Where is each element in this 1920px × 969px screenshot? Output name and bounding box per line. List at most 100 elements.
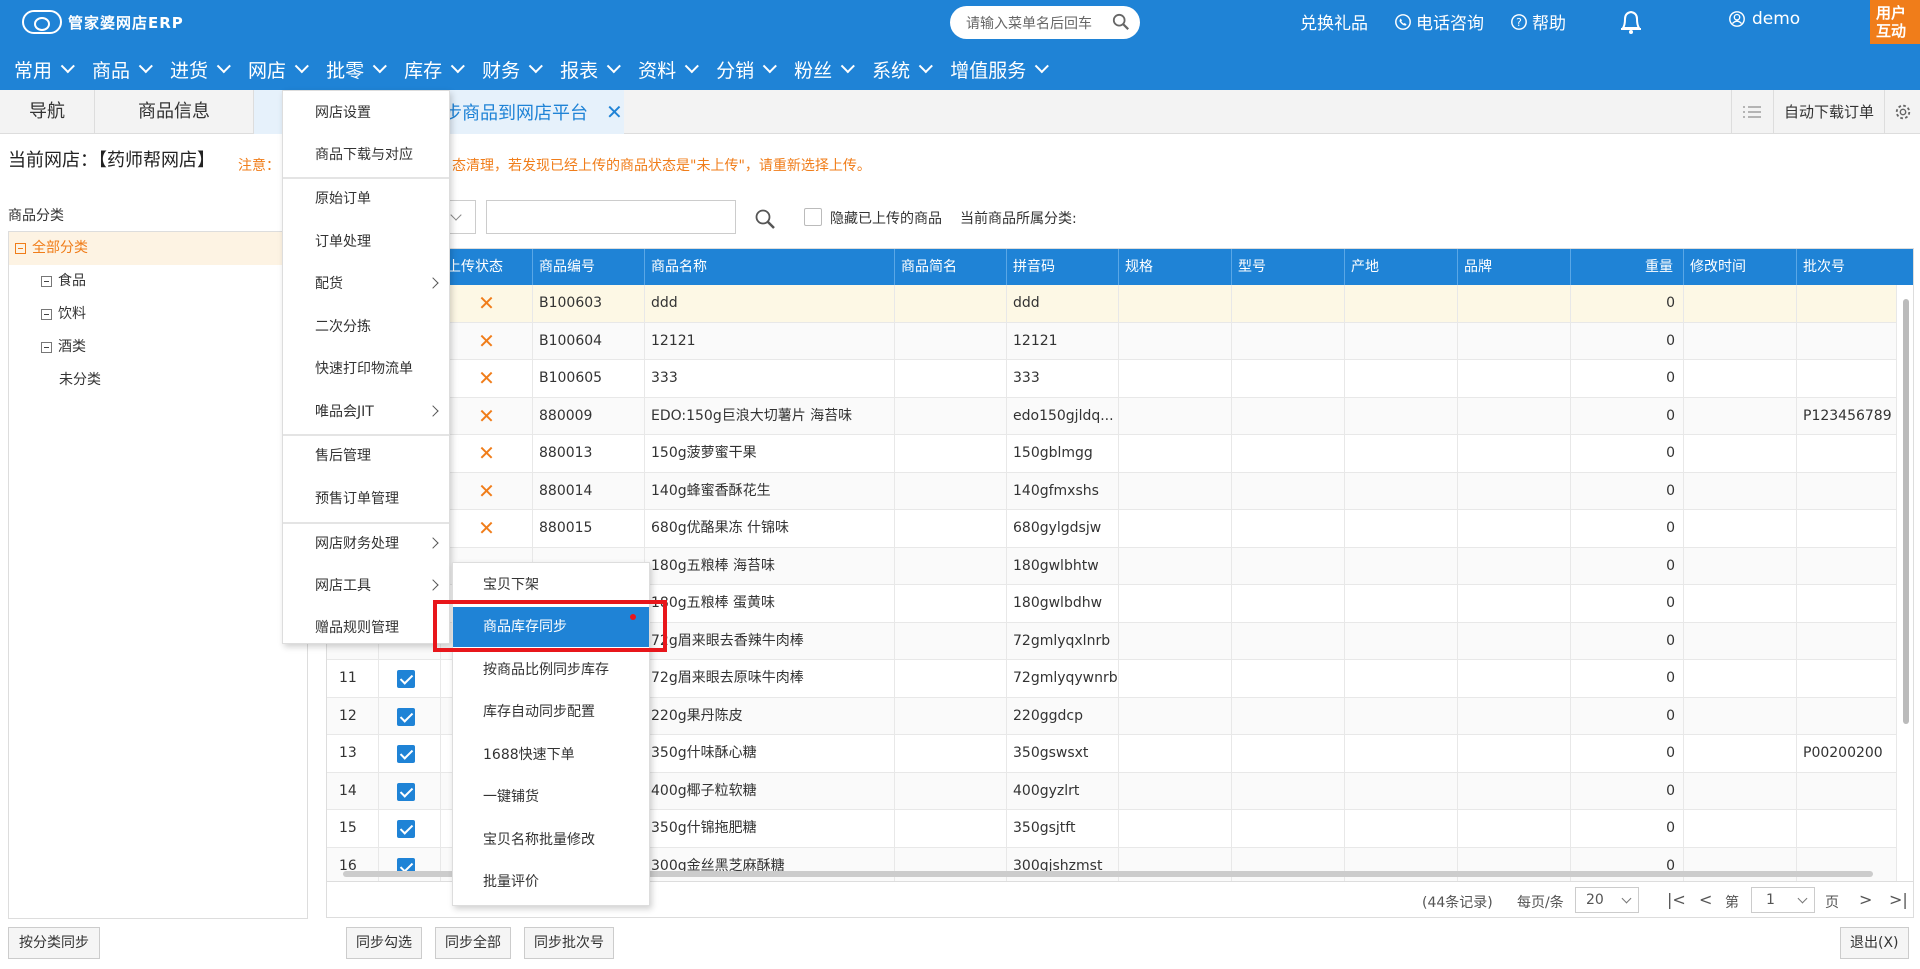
bell-icon[interactable] (1618, 8, 1644, 36)
row-checkbox[interactable] (397, 782, 415, 801)
row-checkbox[interactable] (397, 820, 415, 838)
menu-item-goods-download[interactable]: 商品下载与对应 (283, 135, 449, 175)
menu-item-quick-print[interactable]: 快速打印物流单 (283, 349, 449, 389)
user-menu[interactable]: demo (1728, 9, 1800, 29)
menu-search[interactable] (950, 6, 1140, 39)
app-logo[interactable]: 管家婆网店ERP (22, 8, 184, 36)
tree-item-all[interactable]: 全部分类 (9, 232, 307, 265)
per-page-select[interactable]: 20 (1575, 887, 1639, 913)
last-page-icon[interactable]: >| (1889, 890, 1908, 909)
tree-item-food[interactable]: 食品 (9, 265, 307, 298)
nav-distribution[interactable]: 分销 (716, 56, 778, 83)
gear-icon[interactable] (1884, 90, 1920, 134)
menu-item-order-processing[interactable]: 订单处理 (283, 222, 449, 262)
header-origin[interactable]: 产地 (1345, 249, 1458, 285)
tree-item-drinks[interactable]: 饮料 (9, 298, 307, 331)
header-short-name[interactable]: 商品简名 (895, 249, 1007, 285)
submenu-item-ratio-stock-sync[interactable]: 按商品比例同步库存 (453, 650, 649, 690)
tree-item-wine[interactable]: 酒类 (9, 331, 307, 364)
submenu-item-delist[interactable]: 宝贝下架 (453, 565, 649, 605)
cell-pinyin: 180gwlbhtw (1007, 547, 1119, 585)
tab-navigation[interactable]: 导航 (0, 90, 94, 134)
hide-uploaded-checkbox[interactable] (804, 208, 822, 226)
submenu-item-one-click-listing[interactable]: 一键铺货 (453, 777, 649, 817)
next-page-icon[interactable]: > (1859, 890, 1872, 909)
prev-page-icon[interactable]: < (1699, 890, 1712, 909)
nav-fans[interactable]: 粉丝 (794, 56, 856, 83)
header-spec[interactable]: 规格 (1119, 249, 1232, 285)
sync-by-category-button[interactable]: 按分类同步 (8, 927, 100, 959)
tree-item-uncategorized[interactable]: 未分类 (9, 364, 307, 397)
row-checkbox[interactable] (397, 670, 415, 688)
menu-item-vip-jit[interactable]: 唯品会JIT (283, 392, 449, 432)
nav-eshop[interactable]: 网店 (248, 56, 309, 83)
row-checkbox[interactable] (397, 745, 415, 763)
submenu-item-batch-review[interactable]: 批量评价 (453, 862, 649, 902)
vertical-scrollbar[interactable] (1901, 289, 1911, 859)
menu-item-secondary-sort[interactable]: 二次分拣 (283, 307, 449, 347)
menu-item-shop-settings[interactable]: 网店设置 (283, 93, 449, 133)
nav-goods[interactable]: 商品 (92, 56, 153, 83)
user-interaction-badge[interactable]: 用户互动 (1870, 0, 1920, 44)
nav-purchase[interactable]: 进货 (170, 56, 231, 83)
nav-inventory[interactable]: 库存 (404, 56, 465, 83)
scrollbar-thumb[interactable] (1903, 299, 1909, 724)
nav-common[interactable]: 常用 (14, 56, 75, 83)
nav-reports[interactable]: 报表 (560, 56, 622, 83)
sync-checked-button[interactable]: 同步勾选 (346, 927, 422, 959)
nav-wholesale-retail[interactable]: 批零 (326, 56, 387, 83)
search-icon[interactable] (1112, 13, 1130, 31)
submenu-item-1688-quick-order[interactable]: 1688快速下单 (453, 735, 649, 775)
nav-system[interactable]: 系统 (872, 56, 934, 83)
header-brand[interactable]: 品牌 (1458, 249, 1571, 285)
menu-item-after-sales[interactable]: 售后管理 (283, 436, 449, 476)
row-checkbox[interactable] (397, 707, 415, 726)
collapse-icon[interactable] (41, 309, 52, 320)
collapse-icon[interactable] (41, 342, 52, 353)
menu-search-input[interactable] (966, 14, 1106, 31)
nav-data[interactable]: 资料 (638, 56, 700, 83)
menu-item-picking[interactable]: 配货 (283, 264, 449, 304)
header-weight[interactable]: 重量 (1571, 249, 1684, 285)
collapse-icon[interactable] (15, 243, 26, 254)
table-row[interactable]: ✕ B100604 12121 12121 0 (327, 322, 1897, 360)
header-modified[interactable]: 修改时间 (1684, 249, 1797, 285)
menu-item-original-orders[interactable]: 原始订单 (283, 179, 449, 219)
header-model[interactable]: 型号 (1232, 249, 1345, 285)
table-row[interactable]: ✕ 880013 150g菠萝蜜干果 150gblmgg 0 (327, 435, 1897, 473)
nav-finance[interactable]: 财务 (482, 56, 544, 83)
gift-link[interactable]: 兑换礼品 (1300, 9, 1368, 34)
sync-all-button[interactable]: 同步全部 (435, 927, 511, 959)
table-row[interactable]: ✕ 880015 680g优酪果冻 什锦味 680gylgdsjw 0 (327, 510, 1897, 548)
sync-batch-button[interactable]: 同步批次号 (524, 927, 614, 959)
menu-item-gift-rules[interactable]: 赠品规则管理 (283, 608, 449, 648)
phone-link[interactable]: 电话咨询 (1394, 9, 1484, 34)
first-page-icon[interactable]: |< (1667, 890, 1686, 909)
help-link[interactable]: ? 帮助 (1510, 9, 1566, 34)
close-icon[interactable]: ✕ (606, 100, 623, 124)
tree-label: 全部分类 (32, 240, 88, 256)
header-upload-status[interactable]: 上传状态 (441, 249, 533, 285)
collapse-icon[interactable] (41, 276, 52, 287)
auto-download-orders-button[interactable]: 自动下载订单 (1772, 90, 1884, 134)
table-row[interactable]: ✕ 880009 EDO:150g巨浪大切薯片 海苔味 edo150gjldq... 0… (327, 397, 1897, 435)
submenu-item-auto-sync-config[interactable]: 库存自动同步配置 (453, 692, 649, 732)
header-code[interactable]: 商品编号 (533, 249, 645, 285)
list-icon[interactable] (1730, 90, 1773, 134)
tab-goods-info[interactable]: 商品信息 (94, 90, 254, 134)
submenu-item-batch-rename[interactable]: 宝贝名称批量修改 (453, 820, 649, 860)
header-name[interactable]: 商品名称 (645, 249, 895, 285)
table-row[interactable]: ✕ B100603 ddd ddd 0 (327, 285, 1897, 323)
exit-button[interactable]: 退出(X) (1840, 927, 1909, 959)
table-row[interactable]: ✕ 880014 140g蜂蜜香酥花生 140gfmxshs 0 (327, 472, 1897, 510)
menu-item-shop-tools[interactable]: 网店工具 (283, 566, 449, 606)
header-pinyin[interactable]: 拼音码 (1007, 249, 1119, 285)
filter-input[interactable] (486, 200, 736, 234)
menu-item-shop-finance[interactable]: 网店财务处理 (283, 524, 449, 564)
header-batch[interactable]: 批次号 (1797, 249, 1913, 285)
page-select[interactable]: 1 (1751, 887, 1815, 913)
search-icon[interactable] (754, 208, 776, 230)
menu-item-presale[interactable]: 预售订单管理 (283, 479, 449, 519)
table-row[interactable]: ✕ B100605 333 333 0 (327, 360, 1897, 398)
nav-value-added[interactable]: 增值服务 (950, 56, 1050, 83)
